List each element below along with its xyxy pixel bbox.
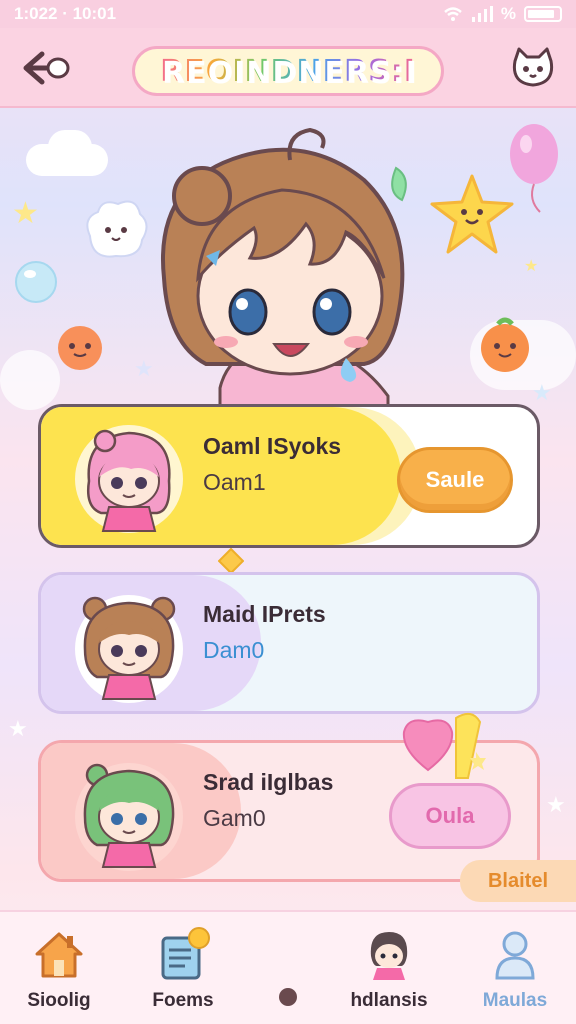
- orange-flower-icon: [58, 326, 102, 370]
- card-1-subtitle: Oam1: [203, 469, 266, 495]
- nav-item-characters[interactable]: hdlansis: [334, 926, 444, 1022]
- card-2-subtitle: Dam0: [203, 637, 265, 663]
- house-icon: [35, 932, 83, 978]
- ghost-cloud-icon: [86, 200, 148, 258]
- star-icon: ★: [12, 197, 39, 230]
- nav-item-profile[interactable]: Maulas: [460, 926, 570, 1022]
- nav-label: Foems: [152, 990, 214, 1011]
- bubble-icon: [15, 261, 57, 303]
- nav-item-forms[interactable]: Foems: [128, 926, 238, 1022]
- card-3-action-button[interactable]: Oula: [389, 783, 511, 849]
- star-icon: ★: [546, 792, 566, 817]
- blaitel-button[interactable]: Blaitel: [460, 860, 576, 902]
- app-title: REOINDNERS:I: [132, 46, 444, 96]
- battery-percent: %: [500, 4, 516, 23]
- star-icon: ★: [532, 380, 552, 405]
- card-2-name: Maid IPrets: [203, 601, 326, 627]
- brown-hair-avatar: [75, 595, 183, 703]
- back-button[interactable]: [18, 46, 74, 90]
- character-card-2[interactable]: Maid IPrets Dam0: [38, 572, 540, 714]
- status-time: 1:022 · 10:01: [14, 4, 117, 23]
- cat-face-icon: [512, 47, 554, 87]
- card-3-name: Srad iIglbas: [203, 769, 334, 795]
- notebook-icon: [161, 927, 210, 980]
- card-3-subtitle: Gam0: [203, 805, 266, 831]
- star-icon: ★: [8, 716, 28, 741]
- pink-hair-avatar: [75, 425, 183, 533]
- nav-label: Maulas: [482, 990, 548, 1011]
- heart-wand-icon: [402, 712, 486, 779]
- profile-button[interactable]: [510, 44, 556, 90]
- card-1-action-button[interactable]: Saule: [397, 447, 513, 513]
- star-icon: ★: [524, 258, 539, 275]
- star-face-icon: [430, 174, 514, 254]
- wifi-icon: [444, 7, 462, 21]
- character-card-1[interactable]: Oaml ISyoks Oam1 Saule: [38, 404, 540, 548]
- signal-icon: [471, 6, 493, 22]
- status-icons: %: [443, 4, 562, 24]
- app-header: REOINDNERS:I: [0, 28, 576, 108]
- person-icon: [495, 931, 535, 980]
- nav-item-home[interactable]: Sioolig: [4, 926, 114, 1022]
- bottom-nav: Sioolig Foems hdlansis Maulas: [0, 910, 576, 1024]
- diamond-connector-icon: [218, 548, 244, 574]
- character-icon: [370, 932, 408, 980]
- green-hair-avatar: [75, 763, 183, 871]
- page-indicator-dot[interactable]: [279, 988, 297, 1006]
- mascot-character: [161, 128, 407, 408]
- nav-label: Sioolig: [27, 990, 91, 1011]
- status-bar: 1:022 · 10:01 %: [0, 0, 576, 28]
- battery-icon: [524, 6, 562, 22]
- back-arrow-icon: [23, 51, 70, 85]
- cloud-decoration: [48, 130, 92, 164]
- nav-label: hdlansis: [350, 990, 428, 1011]
- card-1-name: Oaml ISyoks: [203, 433, 342, 459]
- tomato-face-icon: [481, 317, 529, 372]
